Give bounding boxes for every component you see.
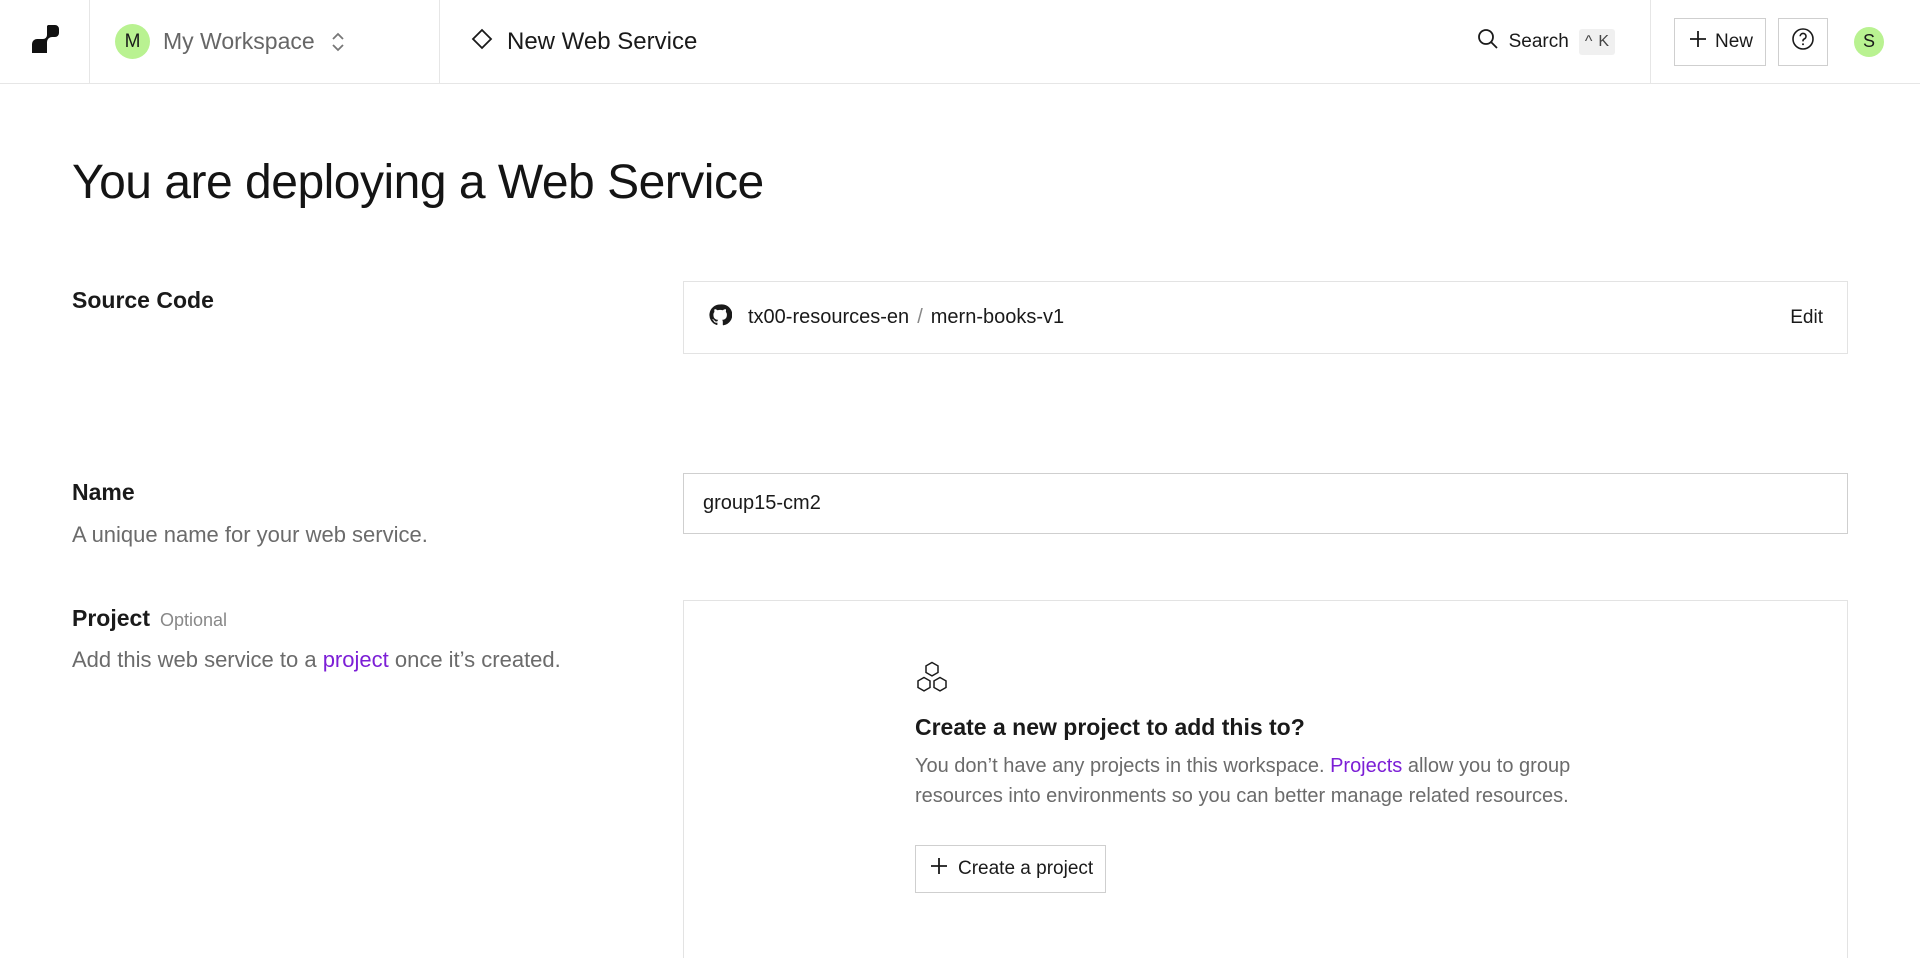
create-project-label: Create a project	[958, 858, 1094, 879]
top-bar: M My Workspace New Web Service Search ^ …	[0, 0, 1920, 84]
projects-docs-link[interactable]: Projects	[1330, 755, 1402, 777]
project-description-prefix: Add this web service to a	[72, 647, 323, 672]
breadcrumb: New Web Service	[440, 0, 1477, 83]
hexagons-icon	[915, 661, 949, 699]
page-title: You are deploying a Web Service	[72, 156, 764, 209]
project-description-suffix: once it’s created.	[388, 647, 561, 672]
logo-cell	[0, 0, 90, 83]
new-button[interactable]: New	[1674, 17, 1767, 66]
breadcrumb-title: New Web Service	[507, 27, 698, 55]
render-logo-icon[interactable]	[30, 24, 60, 59]
empty-state-description: You don’t have any projects in this work…	[915, 751, 1615, 811]
project-label-row: Project Optional	[72, 605, 227, 632]
header-actions: New S	[1650, 0, 1920, 83]
github-icon	[708, 303, 733, 332]
name-input[interactable]	[683, 473, 1848, 534]
plus-icon	[1689, 30, 1707, 54]
project-description: Add this web service to a project once i…	[72, 647, 561, 673]
source-code-box: tx00-resources-en / mern-books-v1 Edit	[683, 281, 1848, 354]
help-circle-icon	[1791, 27, 1815, 56]
shortcut-modifier: ^	[1584, 32, 1593, 50]
web-service-diamond-icon	[471, 28, 493, 55]
source-code-label: Source Code	[72, 287, 214, 313]
search-button[interactable]: Search ^ K	[1477, 0, 1650, 83]
workspace-switcher[interactable]: M My Workspace	[90, 0, 440, 83]
project-empty-state: Create a new project to add this to? You…	[683, 600, 1848, 958]
optional-tag: Optional	[159, 610, 228, 630]
create-project-button[interactable]: Create a project	[915, 845, 1107, 893]
name-description: A unique name for your web service.	[72, 522, 428, 547]
search-label: Search	[1508, 30, 1569, 52]
edit-source-button[interactable]: Edit	[1790, 307, 1823, 329]
empty-state-content: Create a new project to add this to? You…	[915, 661, 1615, 893]
plus-icon	[930, 857, 948, 881]
help-button[interactable]	[1778, 17, 1829, 66]
repo-name: mern-books-v1	[930, 306, 1065, 328]
chevron-up-down-icon	[331, 31, 345, 53]
project-docs-link[interactable]: project	[323, 647, 389, 672]
name-label: Name	[72, 479, 135, 505]
project-label: Project	[72, 605, 150, 631]
keyboard-shortcut-badge: ^ K	[1578, 28, 1615, 55]
repo-separator: /	[917, 306, 923, 328]
repo-owner: tx00-resources-en	[748, 306, 910, 328]
empty-desc-prefix: You don’t have any projects in this work…	[915, 755, 1331, 777]
user-avatar[interactable]: S	[1854, 26, 1885, 57]
workspace-avatar: M	[115, 24, 150, 59]
new-button-label: New	[1715, 30, 1754, 52]
empty-state-title: Create a new project to add this to?	[915, 714, 1305, 740]
workspace-name: My Workspace	[163, 28, 315, 54]
shortcut-key: K	[1598, 32, 1609, 50]
search-icon	[1477, 28, 1499, 55]
